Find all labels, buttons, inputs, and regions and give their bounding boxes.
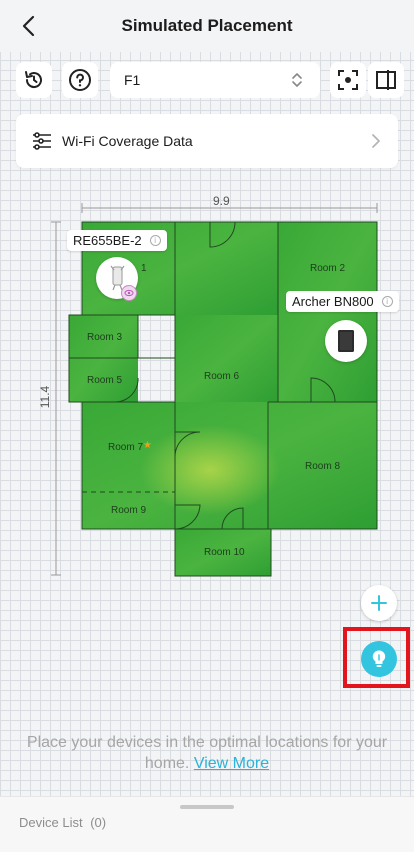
room-1-label: 1 — [141, 263, 147, 274]
device-count: (0) — [90, 815, 107, 830]
device-list-label[interactable]: Device List (0) — [19, 815, 106, 830]
device-list-text: Device List — [19, 815, 83, 830]
room-2-label: Room 2 — [310, 263, 346, 274]
bottom-sheet[interactable]: Device List (0) — [0, 796, 414, 852]
device-label-router[interactable]: Archer BN800 i — [286, 291, 399, 312]
eye-icon — [124, 289, 134, 297]
device-name: Archer BN800 — [292, 294, 374, 309]
info-icon[interactable]: i — [149, 235, 161, 246]
add-device-button[interactable] — [361, 585, 397, 621]
floor-plan — [68, 221, 378, 577]
view-more-link[interactable]: View More — [194, 755, 269, 772]
device-marker-router[interactable] — [325, 320, 367, 362]
mesh-badge — [121, 285, 137, 301]
star-icon: ★ — [143, 440, 152, 451]
plus-icon — [371, 595, 387, 611]
room-10-label: Room 10 — [204, 547, 245, 558]
room-8-label: Room 8 — [305, 461, 341, 472]
room-5-label: Room 5 — [87, 375, 123, 386]
device-name: RE655BE-2 — [73, 233, 142, 248]
room-9-label: Room 9 — [111, 505, 147, 516]
router-icon — [338, 330, 354, 352]
placement-hint: Place your devices in the optimal locati… — [20, 732, 394, 774]
info-icon[interactable]: i — [381, 296, 393, 307]
room-7-label: Room 7 — [108, 442, 144, 453]
room-3-label: Room 3 — [87, 332, 123, 343]
device-label-extender[interactable]: RE655BE-2 i — [67, 230, 167, 251]
sheet-handle[interactable] — [180, 805, 234, 809]
lightbulb-icon — [372, 650, 386, 667]
room-6-label: Room 6 — [204, 371, 240, 382]
tips-button[interactable] — [361, 641, 397, 677]
